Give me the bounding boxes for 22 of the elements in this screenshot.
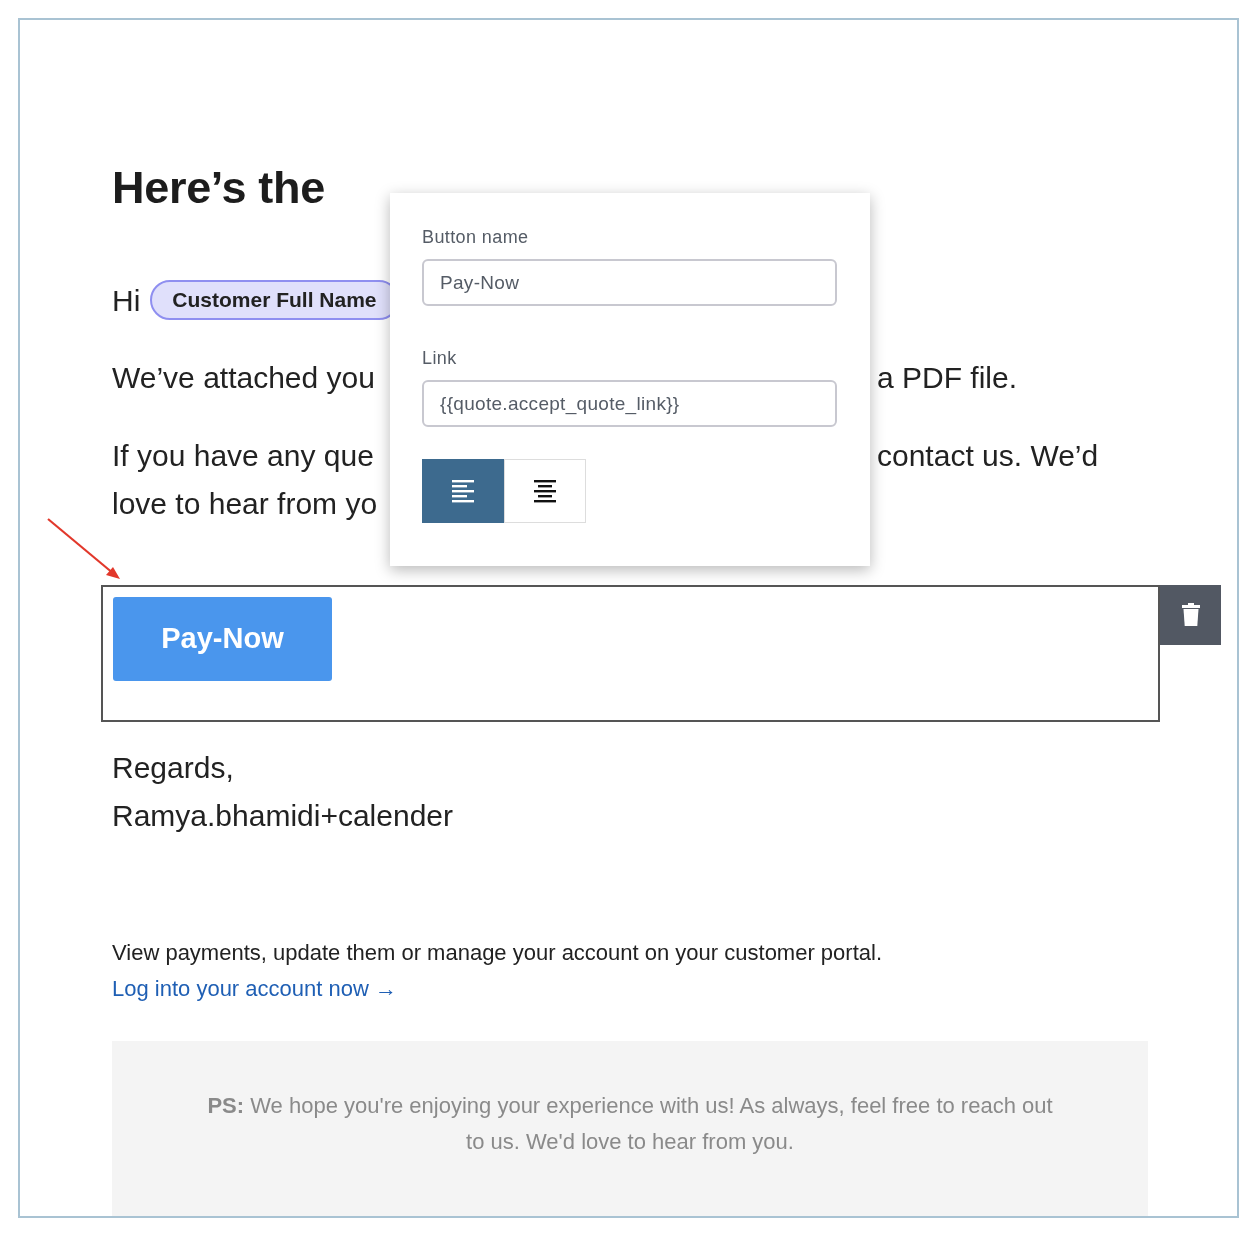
paragraph-text: a PDF file.	[877, 360, 1019, 396]
greeting-text: Hi	[112, 282, 141, 319]
input-field[interactable]: Pay-Now	[422, 259, 837, 306]
signoff-line: Ramya.bhamidi+calender	[112, 798, 454, 834]
field-label: Button name	[422, 226, 530, 249]
trash-icon	[1181, 603, 1200, 627]
align-center-button[interactable]	[504, 459, 586, 523]
heading: Here’s the	[112, 161, 326, 215]
input-field[interactable]: {{quote.accept_quote_link}}	[422, 380, 837, 427]
ps-text: PS: We hope you're enjoying your experience with us! As always, feel free to reach out to us. We'd love to hear from you.	[206, 1092, 1054, 1156]
login-link[interactable]: Log into your account now →	[112, 976, 397, 1001]
align-left-button[interactable]	[422, 459, 504, 523]
signoff-line: Regards,	[112, 750, 235, 786]
paragraph-text: If you have any que	[112, 438, 375, 474]
portal-text: View payments, update them or manage your account on your customer portal.	[112, 939, 883, 967]
paragraph-text: We’ve attached you	[112, 360, 376, 396]
delete-button[interactable]	[1160, 585, 1221, 645]
field-label: Link	[422, 347, 458, 370]
paragraph-text: love to hear from yo	[112, 486, 379, 522]
align-center-icon	[534, 479, 556, 503]
align-left-icon	[452, 479, 474, 503]
paragraph-text: contact us. We’d	[877, 438, 1100, 474]
